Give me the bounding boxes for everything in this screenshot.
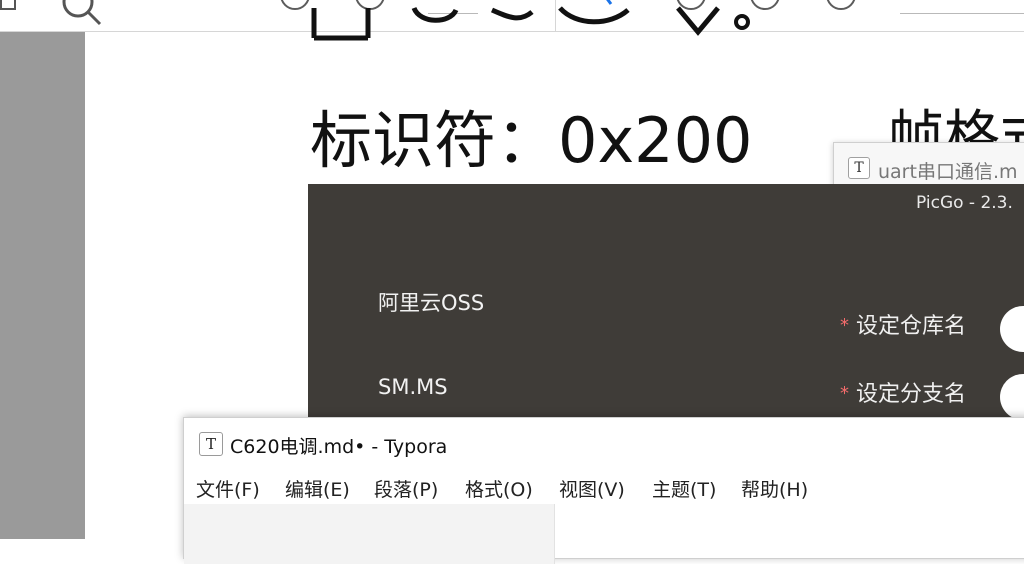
typora-app-icon: T	[848, 157, 870, 179]
picgo-window: PicGo - 2.3. 阿里云OSS SM.MS * 设定仓库名 * 设定分支名	[308, 184, 1024, 424]
menu-bar: 文件(F) 编辑(E) 段落(P) 格式(O) 视图(V) 主题(T) 帮助(H…	[184, 475, 1024, 505]
branch-name-label-text: 设定分支名	[856, 382, 967, 407]
menu-paragraph[interactable]: 段落(P)	[372, 475, 440, 502]
typora-app-icon: T	[199, 432, 223, 456]
uploader-item-cropped[interactable]	[378, 212, 450, 218]
picgo-window-title: PicGo - 2.3.	[916, 193, 1013, 213]
menu-format[interactable]: 格式(O)	[463, 475, 535, 502]
zoom-out-button-icon[interactable]	[280, 0, 310, 10]
uploader-item-smms[interactable]: SM.MS	[378, 375, 448, 399]
repo-name-input[interactable]	[1000, 306, 1024, 352]
typora-window-title: C620电调.md• - Typora	[230, 436, 448, 458]
required-mark: *	[840, 383, 849, 404]
menu-file[interactable]: 文件(F)	[194, 475, 262, 502]
menu-help[interactable]: 帮助(H)	[739, 475, 810, 502]
required-mark: *	[840, 315, 849, 336]
eraser-button-icon[interactable]	[826, 0, 856, 10]
uploader-item-aliyun-oss[interactable]: 阿里云OSS	[378, 287, 484, 317]
menu-view[interactable]: 视图(V)	[557, 475, 627, 502]
document-gutter	[0, 32, 85, 539]
repo-name-label-text: 设定仓库名	[856, 314, 967, 339]
branch-name-input[interactable]	[1000, 374, 1024, 420]
cropped-glyphs	[311, 6, 750, 41]
file-sidebar[interactable]	[184, 504, 555, 564]
cropped-text-line	[310, 0, 750, 52]
page-icon[interactable]	[0, 0, 16, 10]
window-title: uart串口通信.m	[878, 161, 1018, 183]
menu-theme[interactable]: 主题(T)	[650, 475, 718, 502]
search-icon[interactable]	[58, 0, 108, 30]
branch-name-label: * 设定分支名	[840, 376, 966, 408]
comment-button-icon[interactable]	[750, 0, 780, 10]
typora-window: T C620电调.md• - Typora 文件(F) 编辑(E) 段落(P) …	[183, 417, 1024, 564]
identifier-line: 标识符：0x200	[310, 104, 753, 177]
menu-edit[interactable]: 编辑(E)	[283, 475, 352, 502]
repo-name-label: * 设定仓库名	[840, 308, 966, 340]
toolbar-input-underline[interactable]	[900, 13, 1024, 14]
